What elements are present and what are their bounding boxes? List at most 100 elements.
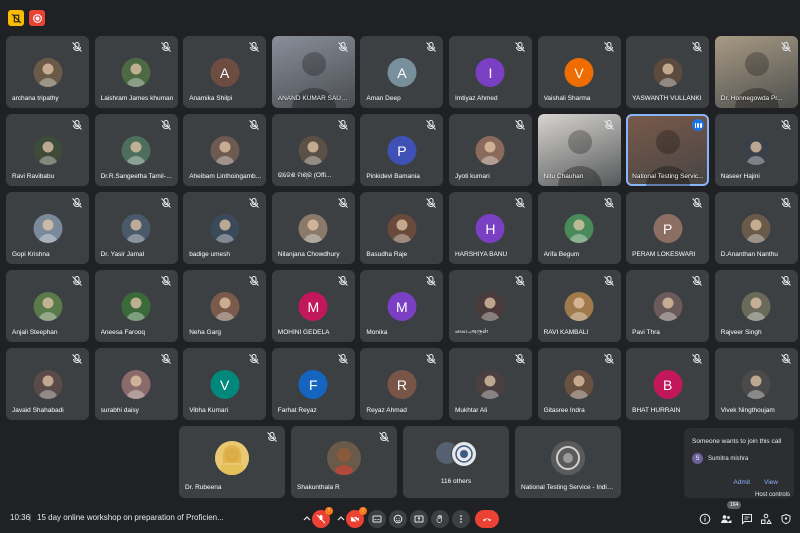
participant-tile[interactable]: Gitasree Indra [537,348,621,420]
participant-tile[interactable]: I Imtiyaz Ahmed [448,36,532,108]
mic-off-icon [780,120,791,130]
raise-hand-button[interactable] [431,510,449,528]
participant-name: Pavi Thra [632,329,660,336]
avatar [121,58,151,87]
participant-tile[interactable]: Javaid Shahabadi [6,348,89,420]
participant-tile[interactable]: Basudha Raje [360,192,444,264]
info-icon[interactable] [699,513,711,525]
mic-off-icon [337,198,348,208]
participant-tile[interactable]: P Pinkidevi Bamania [360,114,444,186]
participant-name: Vaishali Sharma [543,95,591,102]
avatar [653,58,683,87]
avatar [551,441,585,475]
participant-tile[interactable]: Neha Garg [183,270,267,342]
participant-tile[interactable]: archana tripathy [6,36,89,108]
participant-tile[interactable]: F Farhat Reyaz [271,348,355,420]
more-options-button[interactable] [452,510,470,528]
participant-tile[interactable]: B BHAT HURRAIN [626,348,710,420]
participant-tile[interactable]: Naseer Hajini [714,114,798,186]
join-request-title: Someone wants to join this call [692,438,782,445]
participant-tile[interactable]: Nitu Chauhan [537,114,621,186]
participant-tile[interactable]: H HARSHIYA BANU [448,192,532,264]
participant-name: MOHINI GEDELA [277,329,330,336]
participant-tile[interactable]: A Aman Deep [360,36,444,108]
present-button[interactable] [410,510,428,528]
participant-tile[interactable]: Jyoti kumari [448,114,532,186]
participant-tile[interactable]: A Anamika Shilpi [183,36,267,108]
participant-tile[interactable]: Gopi Krishna [6,192,89,264]
mic-off-icon [692,198,703,208]
participant-tile[interactable]: Anjali Steephan [6,270,89,342]
others-tile[interactable]: 116 others [403,426,509,498]
avatar [121,136,151,165]
participant-tile[interactable]: ରାଜେଶ ମିଶ୍ର (Offi... [271,114,355,186]
avatar [215,441,249,475]
participant-tile[interactable]: வை.அருள் [448,270,532,342]
participant-tile[interactable]: D.Ananthan Nanthu [714,192,798,264]
participant-tile[interactable]: YASWANTH VULLANKI [626,36,710,108]
participant-tile[interactable]: Ravi Ravibabu [6,114,89,186]
participant-tile[interactable]: Dr. Honnegowda Pr... [714,36,798,108]
participant-tile[interactable]: V Vibha Kumari [183,348,267,420]
participant-tile[interactable]: surabhi daisy [94,348,178,420]
participant-name: ANAND KUMAR SAURA... [277,95,351,102]
participant-name: Shakunthala R [297,484,340,491]
admit-button[interactable]: Admit [733,479,750,486]
captions-button[interactable] [368,510,386,528]
participant-tile[interactable]: Vivek Ningthoujam [714,348,798,420]
participant-tile[interactable]: Mukhtar Ali [448,348,532,420]
participant-tile[interactable]: RAVI KAMBALI [537,270,621,342]
participant-tile[interactable]: Nilanjana Chowdhury [271,192,355,264]
others-avatars [435,441,479,467]
avatar: P [387,136,417,165]
participant-tile[interactable]: badige umesh [183,192,267,264]
participant-tile[interactable]: Dr. Yasir Jamal [94,192,178,264]
participant-name: YASWANTH VULLANKI [632,95,702,102]
mic-toggle-button[interactable]: ! [312,507,333,528]
view-button[interactable]: View [764,479,778,486]
mic-off-icon [249,198,260,208]
hand-off-indicator[interactable] [8,10,24,26]
activities-icon[interactable] [760,513,772,525]
participant-tile[interactable]: Aneesa Farooq [94,270,178,342]
participant-tile[interactable]: Pavi Thra [626,270,710,342]
host-controls-icon[interactable] [780,513,792,525]
mic-off-icon [515,354,525,364]
participant-tile[interactable]: Aheibam Linthoingamb... [183,114,267,186]
mic-off-icon [692,276,703,286]
chat-icon[interactable] [741,513,753,525]
participant-tile[interactable]: National Testing Service - India ... [515,426,621,498]
people-icon[interactable] [720,513,732,525]
leave-call-button[interactable] [475,510,499,528]
reactions-button[interactable] [389,510,407,528]
participant-tile[interactable]: M MOHINI GEDELA [271,270,355,342]
mic-off-icon [72,354,82,364]
avatar [564,292,594,321]
participant-tile[interactable]: National Testing Servic... [626,114,710,186]
recording-indicator[interactable] [29,10,45,26]
participant-tile[interactable]: Dr.R.Sangeetha Tamil-SF [94,114,178,186]
participant-tile[interactable]: V Vaishali Sharma [537,36,621,108]
participant-name: Nitu Chauhan [543,173,584,180]
mic-options-button[interactable] [302,510,312,528]
avatar [33,136,62,165]
participant-tile[interactable]: Rajveer Singh [714,270,798,342]
mic-off-icon [249,120,260,130]
participant-name: Pinkidevi Bamania [366,173,420,180]
meeting-title: 15 day online workshop on preparation of… [37,513,224,522]
participant-tile[interactable]: Shakunthala R [291,426,397,498]
participant-tile[interactable]: Dr. Rubeena [179,426,285,498]
control-bar: 10:36 | 15 day online workshop on prepar… [0,504,800,533]
avatar [33,58,62,87]
participant-tile[interactable]: Arifa Begum [537,192,621,264]
camera-toggle-button[interactable]: ! [346,507,367,528]
participant-tile[interactable]: P PERAM LOKESWARI [626,192,710,264]
participant-tile[interactable]: ANAND KUMAR SAURA... [271,36,355,108]
avatar [33,214,62,243]
participant-tile[interactable]: M Monika [360,270,444,342]
camera-options-button[interactable] [336,510,346,528]
participant-tile[interactable]: Laishram James khuman [94,36,178,108]
participant-name: ରାଜେଶ ମିଶ୍ର (Offi... [277,172,332,179]
mic-off-icon [72,42,82,52]
participant-tile[interactable]: R Reyaz Ahmad [360,348,444,420]
